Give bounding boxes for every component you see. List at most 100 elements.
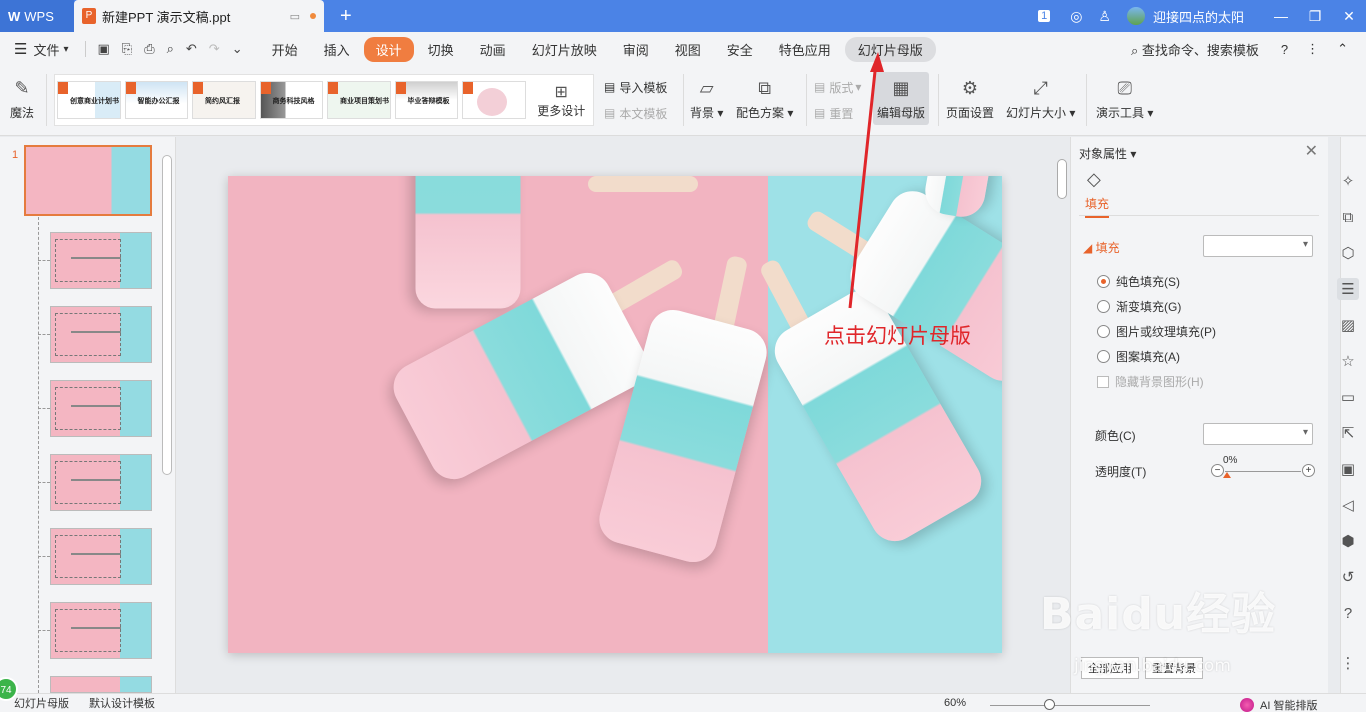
skin-icon[interactable]: ◎: [1070, 8, 1082, 25]
command-search[interactable]: ⌕ 查找命令、搜索模板: [1131, 40, 1259, 59]
thumbnail-scrollbar[interactable]: [162, 155, 172, 475]
title-bar: W WPS P 新建PPT 演示文稿.ppt ▭ + 1 ◎ ♙ 迎接四点的太阳…: [0, 0, 1366, 32]
template-thumb[interactable]: 简约风汇报: [192, 81, 256, 119]
audio-icon[interactable]: ◁: [1337, 494, 1359, 516]
page-setup-button[interactable]: ⚙ 页面设置: [946, 76, 994, 121]
file-menu[interactable]: ☰ 文件 ▾: [14, 40, 69, 59]
template-thumb[interactable]: 毕业答辩模板: [394, 81, 458, 119]
star-icon[interactable]: ☆: [1337, 350, 1359, 372]
layout-thumb[interactable]: [50, 454, 152, 511]
more-icon[interactable]: ⋮: [1337, 652, 1359, 674]
layout-thumb[interactable]: [50, 528, 152, 585]
history-icon[interactable]: ↺: [1337, 566, 1359, 588]
print-preview-icon[interactable]: ⌕: [167, 41, 174, 57]
more-icon[interactable]: ⋮: [1306, 41, 1319, 57]
minimize-icon[interactable]: —: [1264, 8, 1298, 24]
slider-knob[interactable]: [1223, 472, 1231, 478]
transparency-slider[interactable]: − 0% +: [1211, 455, 1315, 479]
tab-security[interactable]: 安全: [715, 37, 765, 62]
zoom-level[interactable]: 60%: [944, 697, 966, 709]
template-title: 商业项目策划书: [340, 98, 389, 105]
monitor-icon[interactable]: ▭: [290, 10, 300, 23]
new-tab-button[interactable]: +: [340, 5, 352, 28]
import-template-button[interactable]: ▤ 导入模板: [604, 74, 667, 100]
template-thumb[interactable]: 创意商业计划书: [57, 81, 121, 119]
tab-slideshow[interactable]: 幻灯片放映: [520, 37, 609, 62]
more-design-button[interactable]: ⊞ 更多设计: [530, 82, 593, 119]
archive-icon[interactable]: ▭: [1337, 386, 1359, 408]
ai-layout-button[interactable]: AI 智能排版: [1240, 697, 1317, 712]
help-icon[interactable]: ?: [1281, 42, 1288, 57]
tab-view[interactable]: 视图: [663, 37, 713, 62]
template-thumb[interactable]: [462, 81, 526, 119]
picture-icon[interactable]: ▣: [1337, 458, 1359, 480]
magic-button[interactable]: ✎ 魔法: [10, 76, 34, 121]
wps-home-tab[interactable]: W WPS: [0, 0, 74, 32]
zoom-slider-track[interactable]: [990, 705, 1150, 706]
background-button[interactable]: ▱ 背景 ▾: [690, 76, 723, 121]
design-template-gallery: 创意商业计划书 智能办公汇报 简约风汇报 商务科技风格 商业项目策划书 毕业答辩…: [54, 74, 594, 126]
scrollbar-thumb[interactable]: [1057, 159, 1067, 199]
tab-animation[interactable]: 动画: [468, 37, 518, 62]
panel-title[interactable]: 对象属性 ▾: [1079, 145, 1136, 162]
layout-thumb[interactable]: [50, 232, 152, 289]
image-icon[interactable]: ▨: [1337, 314, 1359, 336]
layout-thumb[interactable]: [50, 306, 152, 363]
pin-icon[interactable]: ✧: [1337, 170, 1359, 192]
document-tab[interactable]: P 新建PPT 演示文稿.ppt ▭: [74, 0, 324, 32]
slide-size-button[interactable]: ⤢ 幻灯片大小 ▾: [1006, 76, 1075, 121]
tab-home[interactable]: 开始: [260, 37, 310, 62]
hide-background-checkbox[interactable]: 隐藏背景图形(H): [1097, 373, 1204, 390]
shape-icon[interactable]: ⬡: [1337, 242, 1359, 264]
tree-line: [38, 334, 50, 335]
tab-insert[interactable]: 插入: [312, 37, 362, 62]
template-badge-icon: [125, 82, 136, 94]
customize-dropdown-icon[interactable]: ⌄: [232, 41, 243, 57]
close-icon[interactable]: ✕: [1305, 141, 1318, 161]
presentation-tools-button[interactable]: ⎚ 演示工具 ▾: [1096, 76, 1153, 121]
tab-features[interactable]: 特色应用: [767, 37, 843, 62]
color-scheme-icon: ⧉: [758, 77, 772, 98]
window-count-badge[interactable]: 1: [1038, 10, 1051, 22]
collapse-ribbon-icon[interactable]: ⌃: [1337, 41, 1348, 57]
color-dropdown[interactable]: [1203, 423, 1313, 445]
close-window-icon[interactable]: ✕: [1332, 8, 1366, 25]
layout-thumb[interactable]: [50, 380, 152, 437]
restore-icon[interactable]: ❐: [1298, 8, 1332, 25]
template-thumb[interactable]: 智能办公汇报: [124, 81, 188, 119]
shield-icon[interactable]: ⬢: [1337, 530, 1359, 552]
radio-icon: [1097, 325, 1110, 338]
save-icon[interactable]: ▣: [98, 41, 110, 57]
zoom-slider-knob[interactable]: [1044, 699, 1055, 710]
picture-fill-radio[interactable]: 图片或纹理填充(P): [1097, 323, 1216, 340]
transform-icon[interactable]: ⧉: [1337, 206, 1359, 228]
template-thumb[interactable]: 商业项目策划书: [327, 81, 391, 119]
this-template-button[interactable]: ▤ 本文模板: [604, 100, 667, 126]
solid-fill-radio[interactable]: 纯色填充(S): [1097, 273, 1180, 290]
slider-track: [1225, 471, 1301, 472]
undo-icon[interactable]: ↶: [186, 41, 197, 57]
divider: [46, 74, 47, 126]
properties-icon[interactable]: ☰: [1337, 278, 1359, 300]
layout-thumb[interactable]: [50, 602, 152, 659]
help-circle-icon[interactable]: ?: [1337, 602, 1359, 624]
color-scheme-button[interactable]: ⧉ 配色方案 ▾: [736, 76, 793, 121]
format-painter-icon[interactable]: ⎘: [122, 41, 132, 57]
tab-transition[interactable]: 切换: [416, 37, 466, 62]
tab-review[interactable]: 审阅: [611, 37, 661, 62]
template-thumb[interactable]: 商务科技风格: [259, 81, 323, 119]
gradient-fill-radio[interactable]: 渐变填充(G): [1097, 298, 1181, 315]
layout-thumb[interactable]: [50, 676, 152, 693]
pattern-fill-radio[interactable]: 图案填充(A): [1097, 348, 1180, 365]
share-icon[interactable]: ⇱: [1337, 422, 1359, 444]
fill-dropdown[interactable]: [1203, 235, 1313, 257]
fill-section-header[interactable]: ◢ 填充: [1083, 239, 1120, 256]
shirt-icon[interactable]: ♙: [1098, 8, 1111, 25]
plus-icon[interactable]: +: [1302, 464, 1315, 477]
user-account[interactable]: 迎接四点的太阳: [1126, 7, 1244, 26]
status-template[interactable]: 默认设计模板: [89, 695, 155, 711]
master-slide-thumb[interactable]: [24, 145, 152, 216]
redo-icon[interactable]: ↷: [209, 41, 220, 57]
print-icon[interactable]: ⎙: [144, 41, 154, 57]
tab-design[interactable]: 设计: [363, 36, 414, 62]
